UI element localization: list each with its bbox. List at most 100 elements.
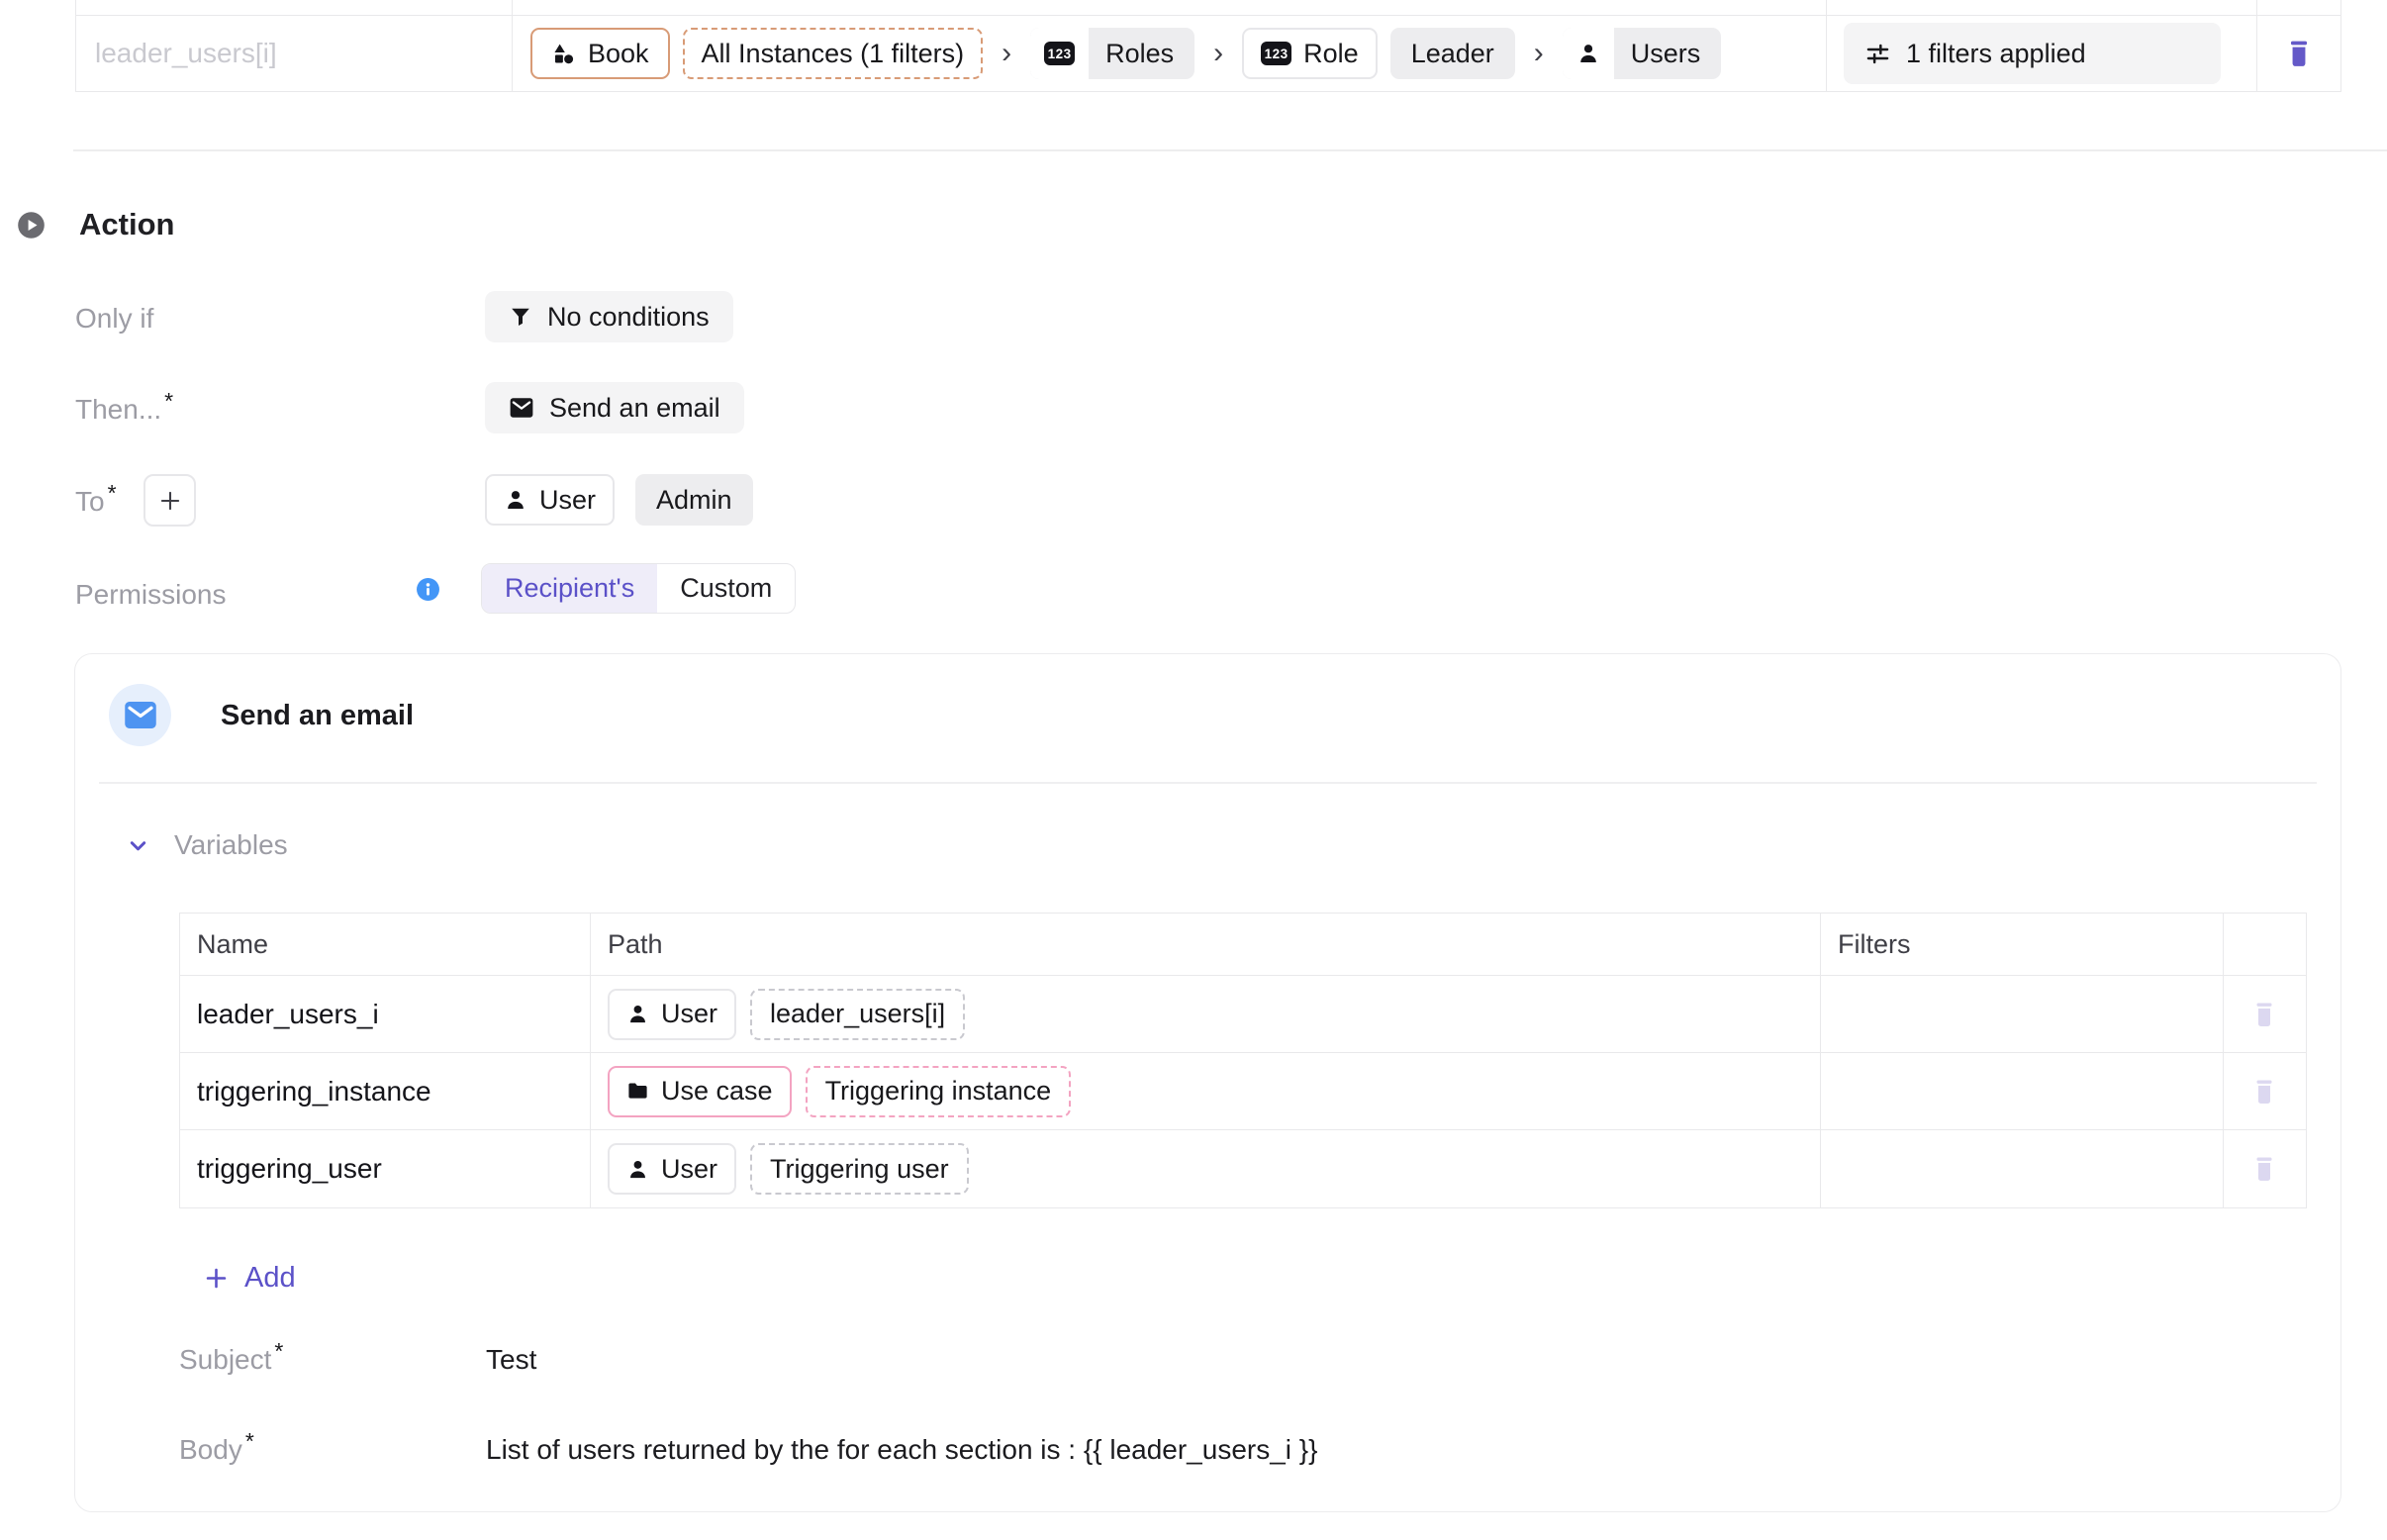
send-email-card: Send an email Variables Name Path Filter…	[74, 653, 2341, 1512]
user-icon	[1576, 42, 1600, 65]
table-row: triggering_instance Use case Triggering …	[180, 1053, 2306, 1130]
plus-icon	[203, 1265, 230, 1292]
trash-icon	[2252, 1078, 2276, 1106]
filters-applied-label: 1 filters applied	[1906, 39, 2086, 69]
envelope-icon	[509, 396, 534, 420]
row-actions-cell	[2224, 1053, 2305, 1129]
variables-table: Name Path Filters leader_users_i User le…	[179, 913, 2307, 1208]
variable-name[interactable]: triggering_instance	[180, 1053, 591, 1129]
add-recipient-button[interactable]	[143, 474, 196, 527]
conditions-button-label: No conditions	[547, 302, 710, 333]
recipient-user-label: User	[539, 487, 596, 514]
123-icon: 123	[1261, 42, 1291, 65]
body-label: Body*	[179, 1434, 254, 1466]
card-divider	[99, 782, 2317, 784]
column-header-filters: Filters	[1821, 914, 2224, 975]
table-row: leader_users_i User leader_users[i]	[180, 976, 2306, 1053]
required-asterisk: *	[164, 388, 173, 414]
book-chip-label: Book	[588, 41, 649, 67]
path-source-chip[interactable]: Use case	[608, 1066, 792, 1117]
table-header-row: Name Path Filters	[180, 914, 2306, 976]
recipient-admin-label: Admin	[656, 487, 732, 514]
chevron-down-icon	[125, 832, 151, 859]
subject-label: Subject*	[179, 1344, 283, 1376]
delete-variable-button[interactable]	[2246, 995, 2282, 1034]
then-label-text: Then...	[75, 394, 161, 425]
role-chip[interactable]: 123 Role	[1242, 28, 1378, 79]
column-header-path: Path	[591, 914, 1821, 975]
funnel-icon	[509, 305, 532, 329]
info-icon[interactable]	[416, 577, 440, 602]
breadcrumb: Book All Instances (1 filters) › 123 Rol…	[513, 16, 1827, 91]
all-instances-label: All Instances (1 filters)	[702, 41, 965, 67]
delete-row-button[interactable]	[2280, 33, 2318, 74]
path-target-chip[interactable]: Triggering instance	[806, 1066, 1072, 1117]
variable-filters[interactable]	[1821, 1053, 2224, 1129]
path-source-label: User	[661, 1156, 717, 1183]
permissions-label: Permissions	[75, 579, 226, 611]
table-cell	[2257, 0, 2340, 15]
trash-icon	[2286, 39, 2312, 68]
column-header-actions	[2224, 914, 2305, 975]
conditions-button[interactable]: No conditions	[485, 291, 733, 342]
variables-section-toggle[interactable]: Variables	[125, 829, 288, 861]
delete-variable-button[interactable]	[2246, 1072, 2282, 1111]
folder-icon	[626, 1080, 649, 1103]
path-target-chip[interactable]: Triggering user	[750, 1143, 969, 1195]
play-circle-icon	[17, 211, 46, 240]
leader-value-chip[interactable]: Leader	[1390, 28, 1515, 79]
variable-name-input[interactable]: leader_users[i]	[95, 38, 277, 69]
variable-filters[interactable]	[1821, 1130, 2224, 1207]
sliders-icon	[1864, 41, 1891, 67]
add-variable-button[interactable]: Add	[203, 1262, 296, 1295]
action-section-header: Action	[17, 207, 174, 242]
body-label-text: Body	[179, 1434, 242, 1465]
only-if-label: Only if	[75, 303, 153, 335]
variable-name-cell: leader_users[i]	[76, 16, 513, 91]
leader-chip-label: Leader	[1411, 41, 1494, 67]
book-chip[interactable]: Book	[530, 28, 670, 79]
number-type-icon: 123	[1030, 28, 1089, 79]
123-icon: 123	[1044, 42, 1075, 65]
body-value[interactable]: List of users returned by the for each s…	[486, 1434, 1318, 1466]
user-icon	[626, 1158, 649, 1181]
subject-value[interactable]: Test	[486, 1344, 536, 1376]
variable-name[interactable]: leader_users_i	[180, 976, 591, 1052]
all-instances-chip[interactable]: All Instances (1 filters)	[683, 28, 984, 79]
role-chip-label: Role	[1303, 41, 1359, 67]
table-cell	[76, 0, 513, 15]
path-source-chip[interactable]: User	[608, 989, 736, 1040]
recipient-chip-user[interactable]: User	[485, 474, 615, 526]
trash-icon	[2252, 1155, 2276, 1183]
variable-path: Use case Triggering instance	[591, 1053, 1821, 1129]
delete-variable-button[interactable]	[2246, 1149, 2282, 1189]
row-actions-cell	[2257, 16, 2340, 91]
permissions-option-custom[interactable]: Custom	[657, 564, 795, 613]
action-type-button[interactable]: Send an email	[485, 382, 744, 433]
recipient-chip-admin[interactable]: Admin	[635, 474, 753, 526]
roles-chip[interactable]: 123 Roles	[1030, 28, 1194, 79]
path-target-chip[interactable]: leader_users[i]	[750, 989, 965, 1040]
variable-name[interactable]: triggering_user	[180, 1130, 591, 1207]
users-chip[interactable]: Users	[1563, 28, 1722, 79]
filters-applied-button[interactable]: 1 filters applied	[1844, 23, 2221, 84]
variable-filters[interactable]	[1821, 976, 2224, 1052]
shapes-icon	[551, 42, 576, 66]
path-source-label: Use case	[661, 1078, 773, 1105]
then-label: Then...*	[75, 394, 173, 426]
variable-path: User leader_users[i]	[591, 976, 1821, 1052]
row-actions-cell	[2224, 1130, 2305, 1207]
path-target-label: leader_users[i]	[770, 1001, 945, 1027]
users-chip-label: Users	[1614, 41, 1722, 67]
variables-table-fragment: leader_users[i] Book All Instances (1 fi…	[75, 0, 2341, 92]
section-title: Action	[79, 207, 174, 242]
permissions-option-recipients[interactable]: Recipient's	[482, 564, 657, 613]
add-variable-label: Add	[244, 1262, 296, 1295]
path-source-chip[interactable]: User	[608, 1143, 736, 1195]
table-row: triggering_user User Triggering user	[180, 1130, 2306, 1207]
card-title: Send an email	[221, 700, 414, 732]
to-label-text: To	[75, 486, 105, 517]
table-cell	[513, 0, 1827, 15]
path-target-label: Triggering instance	[825, 1078, 1052, 1105]
roles-chip-label: Roles	[1089, 41, 1194, 67]
